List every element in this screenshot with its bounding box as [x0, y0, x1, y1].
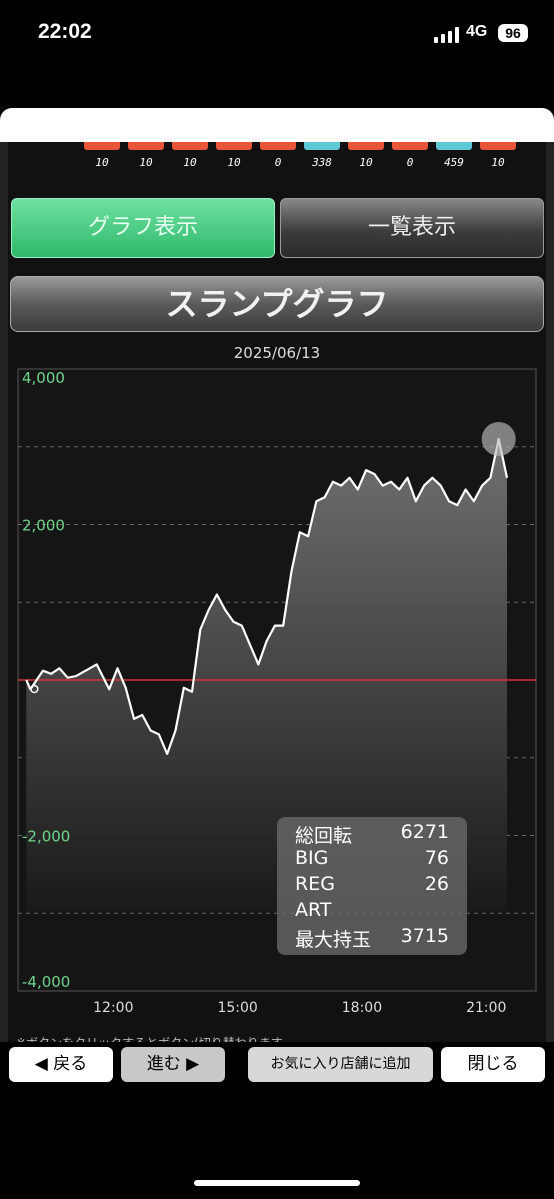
x-tick-label: 21:00 [466, 1000, 506, 1016]
browser-url-bar[interactable] [0, 108, 554, 142]
max-point [481, 421, 516, 456]
add-favorite-store-button[interactable]: お気に入り店舗に追加 [248, 1047, 433, 1082]
home-indicator [194, 1180, 360, 1186]
table-header-cell [392, 142, 428, 150]
stat-value: 26 [424, 873, 449, 895]
y-tick-label: -2,000 [22, 828, 70, 846]
table-value: 0 [406, 156, 414, 169]
stat-label: REG [295, 873, 335, 895]
network-label: 4G [466, 23, 488, 40]
table-header-cell [436, 142, 472, 150]
stats-box: 総回転 6271 BIG 76 REG 26 ART 最大持玉 3715 [277, 817, 467, 955]
table-value: 10 [491, 156, 505, 169]
table-value: 10 [227, 156, 241, 169]
tab-list-view[interactable]: 一覧表示 [280, 198, 544, 258]
table-value: 10 [95, 156, 109, 169]
x-tick-label: 12:00 [93, 1000, 133, 1016]
table-header-cell [260, 142, 296, 150]
table-header-cell [172, 142, 208, 150]
table-value: 459 [444, 156, 464, 169]
stat-value: 3715 [400, 925, 449, 947]
signal-icon [434, 27, 459, 43]
stat-label: 総回転 [295, 825, 353, 847]
back-button[interactable]: ◀ 戻る [9, 1047, 113, 1082]
table-header-cell [216, 142, 252, 150]
table-value: 10 [139, 156, 153, 169]
table-value: 10 [183, 156, 197, 169]
stat-label: ART [295, 899, 332, 921]
stat-value: 76 [424, 847, 449, 869]
graph-date: 2025/06/13 [233, 344, 321, 362]
y-tick-label: 2,000 [22, 517, 65, 535]
footnote-text: ※ボタンをクリックするとボタン(切り替わります [16, 1034, 283, 1042]
battery-icon: 96 [498, 24, 528, 42]
table-value: 0 [274, 156, 282, 169]
table-header-cell [480, 142, 516, 150]
page-content: 10 10 10 10 0 338 10 0 459 10 グラフ表示 一覧表示 スランプグラフ … [0, 142, 554, 1042]
close-button[interactable]: 閉じる [441, 1047, 545, 1082]
graph-header: スランプグラフ [10, 276, 544, 332]
table-value: 338 [312, 156, 332, 169]
table-value: 10 [359, 156, 373, 169]
x-tick-label: 15:00 [217, 1000, 257, 1016]
table-header-cell [348, 142, 384, 150]
x-tick-label: 18:00 [342, 1000, 382, 1016]
table-header-cell [128, 142, 164, 150]
table-header-cell [304, 142, 340, 150]
stat-label: 最大持玉 [295, 929, 372, 951]
stat-label: BIG [295, 847, 329, 869]
y-tick-label: -4,000 [22, 973, 70, 991]
status-time: 22:02 [38, 20, 92, 43]
stat-value: 6271 [400, 821, 449, 843]
table-header-cell [84, 142, 120, 150]
tab-graph-view[interactable]: グラフ表示 [11, 198, 275, 258]
forward-button[interactable]: 進む ▶ [121, 1047, 225, 1082]
bottom-toolbar: ◀ 戻る 進む ▶ お気に入り店舗に追加 閉じる [0, 1042, 554, 1199]
y-tick-label: 4,000 [22, 369, 65, 387]
